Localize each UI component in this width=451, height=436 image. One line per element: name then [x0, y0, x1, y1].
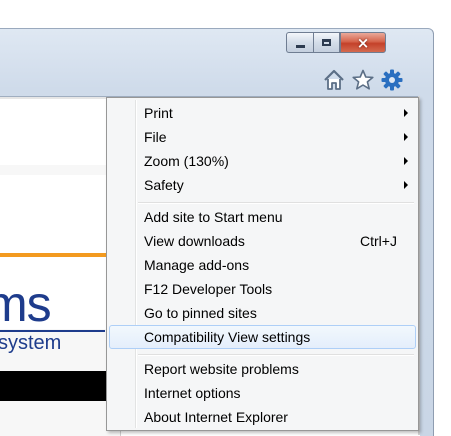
- menu-item-add-site-to-start[interactable]: Add site to Start menu: [109, 205, 416, 229]
- submenu-arrow-icon: [404, 109, 408, 117]
- menu-item-label: File: [144, 129, 167, 145]
- menu-item-label: About Internet Explorer: [144, 409, 288, 425]
- home-icon[interactable]: [322, 68, 346, 92]
- submenu-arrow-icon: [404, 133, 408, 141]
- menu-item-file[interactable]: File: [109, 125, 416, 149]
- menu-item-about[interactable]: About Internet Explorer: [109, 405, 416, 429]
- favorites-star-icon[interactable]: [351, 68, 375, 92]
- menu-item-label: Go to pinned sites: [144, 305, 257, 321]
- menu-item-label: Report website problems: [144, 361, 299, 377]
- menu-item-label: Safety: [144, 177, 184, 193]
- maximize-icon: [322, 39, 331, 46]
- submenu-arrow-icon: [404, 181, 408, 189]
- menu-item-label: View downloads: [144, 233, 245, 249]
- menu-item-label: Internet options: [144, 385, 241, 401]
- menu-item-pinned-sites[interactable]: Go to pinned sites: [109, 301, 416, 325]
- menu-item-report-problems[interactable]: Report website problems: [109, 357, 416, 381]
- menu-item-safety[interactable]: Safety: [109, 173, 416, 197]
- menu-item-shortcut: Ctrl+J: [360, 233, 397, 249]
- menu-item-label: Print: [144, 105, 173, 121]
- menu-item-label: Manage add-ons: [144, 257, 250, 273]
- menu-item-internet-options[interactable]: Internet options: [109, 381, 416, 405]
- tools-menu: Print File Zoom (130%) Safety Add site t…: [106, 97, 419, 431]
- menu-item-print[interactable]: Print: [109, 101, 416, 125]
- menu-separator: [138, 202, 414, 204]
- logo-sub-text: system: [0, 332, 62, 354]
- caption-buttons: ×: [286, 32, 386, 54]
- close-button[interactable]: ×: [340, 32, 386, 53]
- minimize-button[interactable]: [286, 32, 313, 53]
- logo-main-text: ms: [0, 276, 52, 332]
- site-logo: ms system: [0, 175, 120, 401]
- command-icons: [322, 68, 404, 94]
- menu-item-compatibility-view[interactable]: Compatibility View settings: [109, 325, 416, 349]
- close-icon: ×: [356, 33, 370, 52]
- menu-item-label: Zoom (130%): [144, 153, 229, 169]
- menu-item-label: F12 Developer Tools: [144, 281, 273, 297]
- menu-item-manage-add-ons[interactable]: Manage add-ons: [109, 253, 416, 277]
- minimize-icon: [295, 44, 305, 48]
- maximize-button[interactable]: [313, 32, 340, 53]
- submenu-arrow-icon: [404, 157, 408, 165]
- tools-gear-icon[interactable]: [380, 68, 404, 92]
- page-black-bar: [0, 371, 110, 401]
- menu-separator: [138, 354, 414, 356]
- menu-item-label: Compatibility View settings: [144, 329, 311, 345]
- menu-item-view-downloads[interactable]: View downloads Ctrl+J: [109, 229, 416, 253]
- menu-item-developer-tools[interactable]: F12 Developer Tools: [109, 277, 416, 301]
- menu-item-zoom[interactable]: Zoom (130%): [109, 149, 416, 173]
- logo-accent-line: [0, 253, 110, 257]
- menu-item-label: Add site to Start menu: [144, 209, 283, 225]
